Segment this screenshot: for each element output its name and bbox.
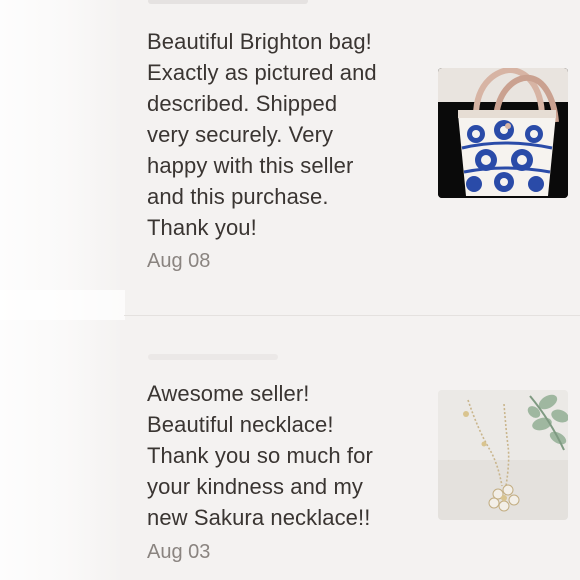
review-text: Awesome seller! Beautiful necklace! Than… — [147, 381, 373, 530]
review-item: Awesome seller! Beautiful necklace! Than… — [124, 316, 580, 580]
review-date: Aug 03 — [147, 541, 211, 563]
review-item: Beautiful Brighton bag! Exactly as pictu… — [124, 0, 580, 315]
review-date: Aug 08 — [147, 250, 211, 272]
necklace-photo-thumbnail[interactable] — [438, 390, 568, 520]
tote-bag-photo-thumbnail[interactable] — [438, 68, 568, 198]
tote-bag-photo-icon — [438, 68, 568, 198]
review-header-cropped — [148, 0, 308, 4]
review-header-cropped — [148, 354, 278, 360]
review-text: Beautiful Brighton bag! Exactly as pictu… — [147, 29, 377, 240]
necklace-photo-icon — [438, 390, 568, 520]
review-feed: Beautiful Brighton bag! Exactly as pictu… — [0, 0, 580, 580]
